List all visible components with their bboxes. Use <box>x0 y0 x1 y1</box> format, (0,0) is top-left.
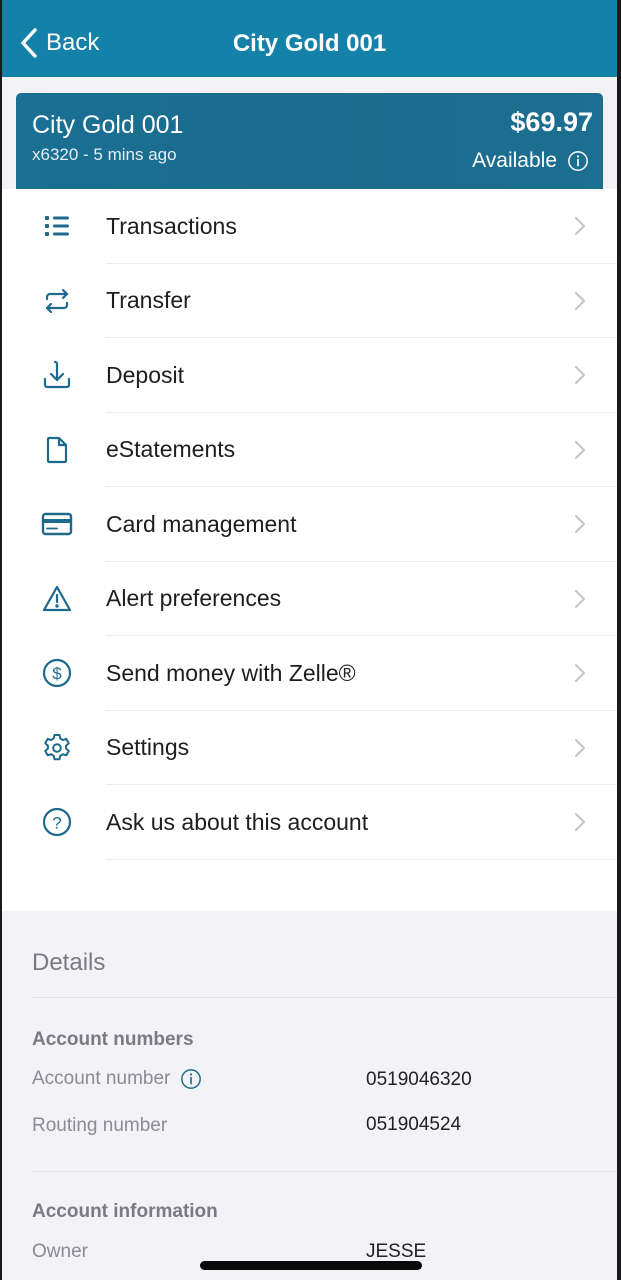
download-icon <box>40 358 74 392</box>
warning-icon <box>40 582 74 616</box>
owner-label: Owner <box>32 1241 88 1262</box>
chevron-right-icon <box>574 738 586 757</box>
account-number-label-text: Account number <box>32 1068 171 1089</box>
menu-item-label: Alert preferences <box>106 585 282 612</box>
divider <box>32 1171 617 1172</box>
divider <box>32 997 617 998</box>
account-name: City Gold 001 <box>32 111 184 139</box>
menu-item-card-management[interactable]: Card management <box>2 487 617 562</box>
divider <box>106 858 617 860</box>
details-title: Details <box>32 949 106 976</box>
chevron-right-icon <box>574 291 586 310</box>
document-icon <box>40 433 74 467</box>
menu-item-deposit[interactable]: Deposit <box>2 338 617 413</box>
list-icon <box>40 209 74 243</box>
menu-item-label: Ask us about this account <box>106 808 369 835</box>
menu-item-settings[interactable]: Settings <box>2 711 617 785</box>
menu-item-ask-us[interactable]: ? Ask us about this account <box>2 785 617 860</box>
owner-value: JESSE <box>366 1241 427 1262</box>
chevron-right-icon <box>574 217 586 236</box>
menu-item-label: Transactions <box>106 212 237 239</box>
routing-number-label: Routing number <box>32 1115 168 1136</box>
dollar-circle-icon: $ <box>40 656 74 690</box>
account-detail-screen: Back City Gold 001 City Gold 001 x6320 -… <box>2 0 617 1280</box>
account-actions-menu: Transactions Transfer Deposit eStatement… <box>2 189 617 911</box>
chevron-right-icon <box>574 366 586 385</box>
home-indicator[interactable] <box>200 1261 422 1270</box>
menu-item-label: Card management <box>106 510 297 537</box>
menu-item-label: eStatements <box>106 436 236 463</box>
account-number-value: 0519046320 <box>366 1069 472 1090</box>
account-balance: $69.97 <box>510 107 593 137</box>
menu-item-label: Transfer <box>106 287 191 314</box>
account-summary-card: City Gold 001 x6320 - 5 mins ago $69.97 … <box>16 93 603 189</box>
menu-item-zelle[interactable]: $ Send money with Zelle® <box>2 636 617 711</box>
account-information-heading: Account information <box>32 1201 218 1222</box>
account-number-label: Account number <box>32 1068 202 1090</box>
routing-number-value: 051904524 <box>366 1114 462 1135</box>
chevron-right-icon <box>574 813 586 832</box>
info-icon[interactable] <box>567 150 589 172</box>
available-label: Available <box>472 149 589 173</box>
account-subtitle: x6320 - 5 mins ago <box>32 145 177 164</box>
menu-item-transactions[interactable]: Transactions <box>2 189 617 264</box>
info-icon[interactable] <box>180 1068 202 1090</box>
menu-item-alert-preferences[interactable]: Alert preferences <box>2 562 617 636</box>
menu-item-label: Send money with Zelle® <box>106 659 356 686</box>
svg-text:$: $ <box>52 664 62 683</box>
chevron-right-icon <box>574 515 586 534</box>
chevron-right-icon <box>574 589 586 608</box>
credit-card-icon <box>40 507 74 541</box>
available-text: Available <box>472 149 557 172</box>
svg-text:?: ? <box>52 814 61 833</box>
details-section: Details Account numbers Account number 0… <box>2 911 617 1280</box>
question-circle-icon: ? <box>40 805 74 839</box>
page-title: City Gold 001 <box>232 30 387 57</box>
menu-item-label: Deposit <box>106 361 184 388</box>
account-numbers-heading: Account numbers <box>32 1029 194 1050</box>
navigation-bar: Back City Gold 001 <box>2 0 617 77</box>
chevron-right-icon <box>574 664 586 683</box>
gear-icon <box>40 731 74 765</box>
chevron-right-icon <box>574 440 586 459</box>
menu-item-label: Settings <box>106 734 190 761</box>
transfer-arrows-icon <box>40 284 74 318</box>
menu-item-transfer[interactable]: Transfer <box>2 264 617 338</box>
menu-item-estatements[interactable]: eStatements <box>2 413 617 487</box>
